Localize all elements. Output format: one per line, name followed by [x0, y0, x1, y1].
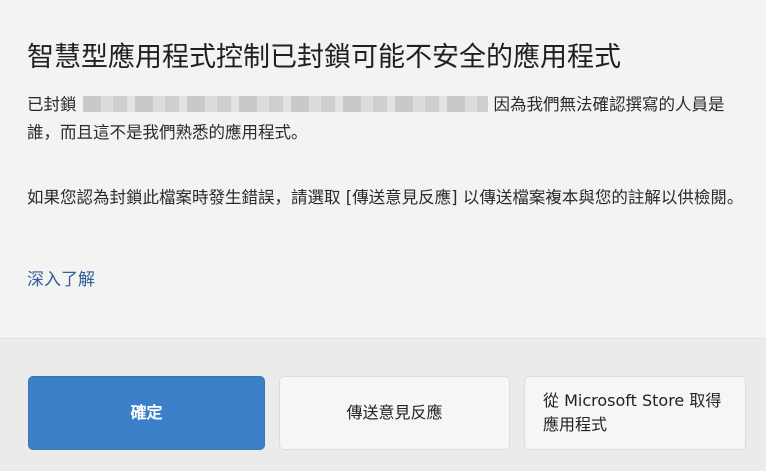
smart-app-control-dialog: 智慧型應用程式控制已封鎖可能不安全的應用程式 已封鎖 因為我們無法確認撰寫的人員是…: [0, 0, 766, 471]
dialog-title: 智慧型應用程式控制已封鎖可能不安全的應用程式: [27, 42, 621, 73]
message-prefix: 已封鎖: [27, 95, 77, 114]
ok-button[interactable]: 確定: [28, 376, 265, 450]
send-feedback-button[interactable]: 傳送意見反應: [279, 376, 510, 450]
dialog-content: 智慧型應用程式控制已封鎖可能不安全的應用程式 已封鎖 因為我們無法確認撰寫的人員是…: [0, 0, 766, 338]
feedback-message: 如果您認為封鎖此檔案時發生錯誤，請選取 [傳送意見反應] 以傳送檔案複本與您的註…: [27, 188, 744, 207]
redacted-file-name: [82, 96, 488, 112]
get-from-store-button[interactable]: 從 Microsoft Store 取得應用程式: [524, 376, 746, 450]
blocked-message: 已封鎖 因為我們無法確認撰寫的人員是誰，而且這不是我們熟悉的應用程式。: [27, 91, 747, 147]
learn-more-link[interactable]: 深入了解: [27, 266, 95, 294]
dialog-footer: 確定 傳送意見反應 從 Microsoft Store 取得應用程式: [0, 338, 766, 471]
